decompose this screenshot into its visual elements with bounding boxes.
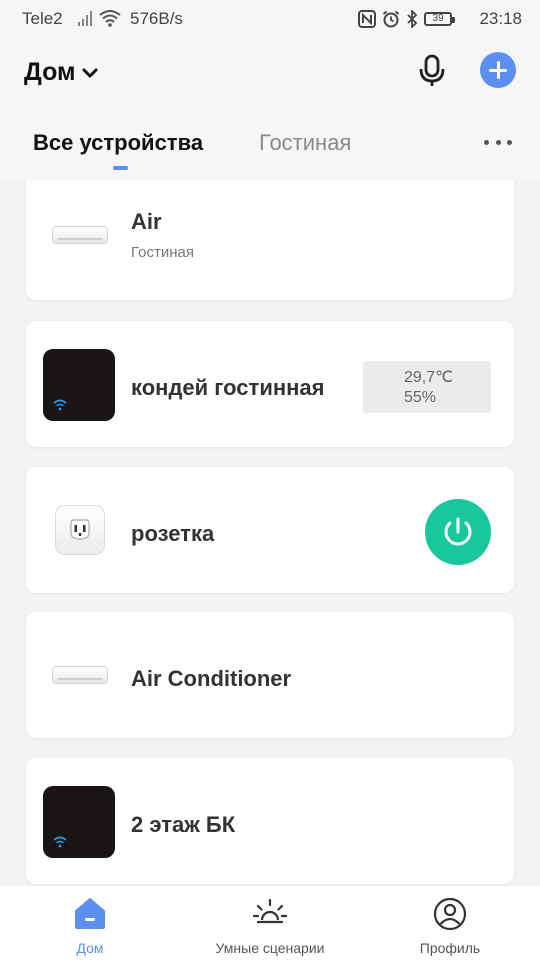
device-name: розетка bbox=[131, 521, 215, 546]
profile-icon bbox=[433, 897, 467, 931]
clock: 23:18 bbox=[479, 9, 522, 28]
home-title: Дом bbox=[24, 58, 76, 86]
device-name: Air Conditioner bbox=[131, 666, 292, 691]
status-icons: 39 bbox=[358, 8, 455, 30]
device-room: Гостиная bbox=[131, 244, 194, 261]
microphone-icon[interactable] bbox=[416, 54, 448, 88]
nav-home[interactable]: Дом bbox=[0, 886, 180, 960]
air-conditioner-image bbox=[52, 666, 108, 684]
ir-hub-image bbox=[43, 786, 115, 858]
alarm-icon bbox=[382, 10, 400, 28]
nav-label: Дом bbox=[76, 940, 104, 956]
device-list: Air Гостиная кондей гостинная 29,7℃ 55% bbox=[0, 180, 540, 886]
device-name: Air bbox=[131, 209, 162, 234]
more-options-icon[interactable] bbox=[484, 138, 512, 146]
wifi-icon bbox=[53, 836, 67, 848]
app-header: Дом Все устройства Гостиная bbox=[0, 38, 540, 180]
socket-outlet-icon bbox=[70, 519, 90, 540]
smart-socket-image bbox=[55, 505, 105, 555]
wifi-icon bbox=[53, 399, 67, 411]
nfc-icon bbox=[358, 10, 376, 28]
network-speed: 576B/s bbox=[130, 9, 183, 28]
nav-label: Умные сценарии bbox=[215, 940, 325, 956]
device-card-air[interactable]: Air Гостиная bbox=[26, 180, 514, 300]
power-toggle-button[interactable] bbox=[425, 499, 491, 565]
device-card-air-conditioner[interactable]: Air Conditioner bbox=[26, 612, 514, 738]
device-name: кондей гостинная bbox=[131, 375, 325, 400]
sensor-readings: 29,7℃ 55% bbox=[363, 361, 491, 413]
add-device-button[interactable] bbox=[480, 52, 516, 88]
status-bar: Tele2 576B/s 39 23:18 bbox=[0, 0, 540, 38]
bottom-navigation: Дом Умные сценарии Профиль bbox=[0, 886, 540, 960]
sun-icon bbox=[252, 898, 288, 924]
air-conditioner-image bbox=[52, 226, 108, 244]
device-card-2-etazh[interactable]: 2 этаж БК bbox=[26, 758, 514, 884]
active-tab-indicator bbox=[113, 166, 128, 170]
battery-icon: 39 bbox=[424, 12, 455, 26]
tab-living-room[interactable]: Гостиная bbox=[259, 130, 351, 156]
home-selector[interactable]: Дом bbox=[24, 58, 98, 87]
wifi-icon bbox=[99, 10, 121, 27]
chevron-down-icon bbox=[82, 68, 98, 77]
tab-all-devices[interactable]: Все устройства bbox=[33, 130, 203, 156]
device-name: 2 этаж БК bbox=[131, 812, 236, 837]
nav-smart-scenes[interactable]: Умные сценарии bbox=[180, 886, 360, 960]
carrier-name: Tele2 bbox=[22, 9, 63, 28]
device-card-socket[interactable]: розетка bbox=[26, 467, 514, 593]
signal-icon bbox=[78, 11, 92, 26]
device-card-kondey[interactable]: кондей гостинная 29,7℃ 55% bbox=[26, 321, 514, 447]
power-icon bbox=[444, 517, 472, 546]
nav-label: Профиль bbox=[419, 940, 481, 956]
battery-level: 39 bbox=[432, 13, 444, 24]
temperature-value: 29,7℃ bbox=[404, 369, 454, 386]
nav-profile[interactable]: Профиль bbox=[360, 886, 540, 960]
home-icon bbox=[75, 898, 105, 929]
bluetooth-icon bbox=[407, 10, 418, 28]
humidity-value: 55% bbox=[404, 389, 437, 406]
ir-hub-image bbox=[43, 349, 115, 421]
